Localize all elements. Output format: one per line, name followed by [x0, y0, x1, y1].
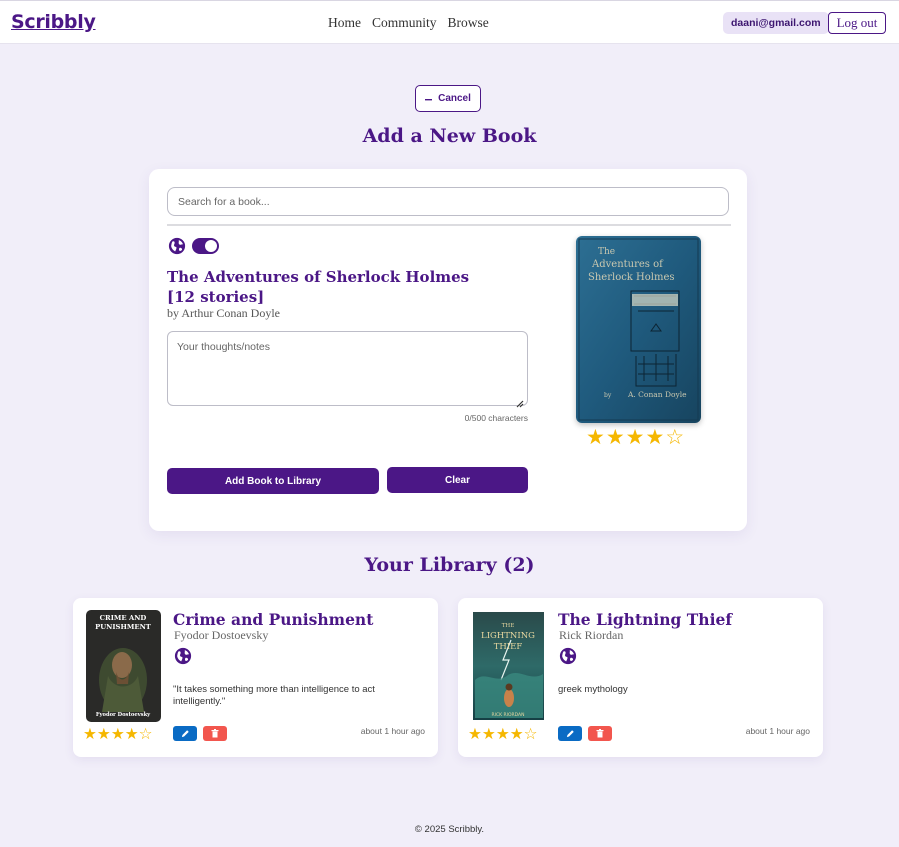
cover-title-line3: Sherlock Holmes [588, 272, 675, 283]
star-icon-3[interactable]: ★ [626, 427, 645, 449]
book-title[interactable]: The Lightning Thief [558, 610, 732, 629]
trash-icon [596, 729, 604, 738]
svg-text:THE: THE [502, 623, 514, 629]
cover-author: A. Conan Doyle [627, 390, 687, 399]
main-nav: Home Community Browse [328, 15, 489, 31]
divider [167, 224, 731, 226]
char-counter: 0/500 characters [464, 413, 528, 423]
selected-book-title: The Adventures of Sherlock Holmes [12 st… [167, 268, 470, 306]
book-search-input[interactable] [167, 187, 729, 216]
timestamp: about 1 hour ago [360, 726, 425, 736]
cancel-button[interactable]: Cancel [415, 85, 481, 112]
star-icon: ★ [481, 726, 496, 743]
book-author: Fyodor Dostoevsky [174, 628, 269, 642]
logo[interactable]: Scribbly [11, 11, 96, 33]
star-outline-icon-5[interactable]: ☆ [665, 427, 684, 449]
book-title[interactable]: Crime and Punishment [173, 610, 373, 629]
cover-title-line1: The [598, 247, 615, 257]
minus-icon [425, 93, 433, 104]
book-note: "It takes something more than intelligen… [173, 684, 375, 707]
pencil-icon [566, 730, 574, 738]
logout-button[interactable]: Log out [828, 12, 886, 34]
clear-button[interactable]: Clear [387, 467, 528, 493]
resize-handle-icon[interactable] [516, 395, 524, 408]
book-note: greek mythology [558, 684, 628, 695]
svg-text:THIEF: THIEF [494, 642, 523, 652]
book-cover-image: The Adventures of Sherlock Holmes by A. … [576, 236, 701, 423]
nav-community[interactable]: Community [372, 15, 437, 31]
star-outline-icon: ☆ [138, 726, 153, 743]
pencil-icon [181, 730, 189, 738]
add-to-library-button[interactable]: Add Book to Library [167, 468, 379, 494]
star-icon: ★ [83, 726, 97, 743]
star-icon: ★ [96, 726, 111, 743]
globe-icon [174, 647, 192, 665]
edit-button[interactable] [558, 726, 582, 741]
book-rating: ★ ★ ★ ★ ☆ [468, 726, 538, 743]
star-outline-icon: ☆ [523, 726, 538, 743]
star-icon: ★ [509, 726, 524, 743]
star-icon: ★ [110, 726, 125, 743]
notes-textarea[interactable] [167, 331, 528, 406]
book-rating: ★ ★ ★ ★ ☆ [83, 726, 153, 743]
nav-home[interactable]: Home [328, 15, 361, 31]
edit-button[interactable] [173, 726, 197, 741]
star-icon-1[interactable]: ★ [586, 427, 605, 449]
book-cover-image: THE LIGHTNING THIEF RICK RIORDAN [471, 610, 546, 722]
public-toggle[interactable] [192, 238, 219, 254]
library-card: THE LIGHTNING THIEF RICK RIORDAN The Lig… [458, 598, 823, 757]
delete-button[interactable] [203, 726, 227, 741]
star-icon: ★ [468, 726, 482, 743]
cover-title-line2: Adventures of [591, 259, 664, 270]
add-book-heading: Add a New Book [362, 125, 537, 147]
delete-button[interactable] [588, 726, 612, 741]
cancel-label: Cancel [438, 93, 471, 104]
cover-author: Fyodor Dostoevsky [96, 712, 151, 718]
globe-icon [168, 237, 186, 255]
star-icon-2[interactable]: ★ [606, 427, 625, 449]
library-card: CRIME AND PUNISHMENT Fyodor Dostoevsky C… [73, 598, 438, 757]
cover-author: RICK RIORDAN [492, 712, 525, 718]
star-icon: ★ [495, 726, 510, 743]
toggle-knob [205, 240, 217, 252]
svg-text:LIGHTNING: LIGHTNING [481, 631, 535, 641]
timestamp: about 1 hour ago [745, 726, 810, 736]
user-email-badge: daani@gmail.com [723, 12, 829, 34]
star-icon-4[interactable]: ★ [645, 427, 664, 449]
selected-book-author: by Arthur Conan Doyle [167, 306, 280, 320]
rating-stars[interactable]: ★ ★ ★ ★ ☆ [586, 427, 684, 449]
star-icon: ★ [124, 726, 139, 743]
svg-text:PUNISHMENT: PUNISHMENT [95, 623, 151, 631]
svg-text:CRIME AND: CRIME AND [100, 614, 147, 622]
add-book-card: The Adventures of Sherlock Holmes [12 st… [149, 169, 747, 531]
library-heading: Your Library (2) [364, 554, 535, 576]
top-navbar: Scribbly Home Community Browse daani@gma… [0, 0, 899, 44]
footer-copyright: © 2025 Scribbly. [414, 824, 485, 835]
trash-icon [211, 729, 219, 738]
nav-browse[interactable]: Browse [448, 15, 489, 31]
book-cover-image: CRIME AND PUNISHMENT Fyodor Dostoevsky [86, 610, 161, 722]
globe-icon [559, 647, 577, 665]
svg-text:by: by [604, 392, 612, 399]
book-author: Rick Riordan [559, 628, 624, 642]
